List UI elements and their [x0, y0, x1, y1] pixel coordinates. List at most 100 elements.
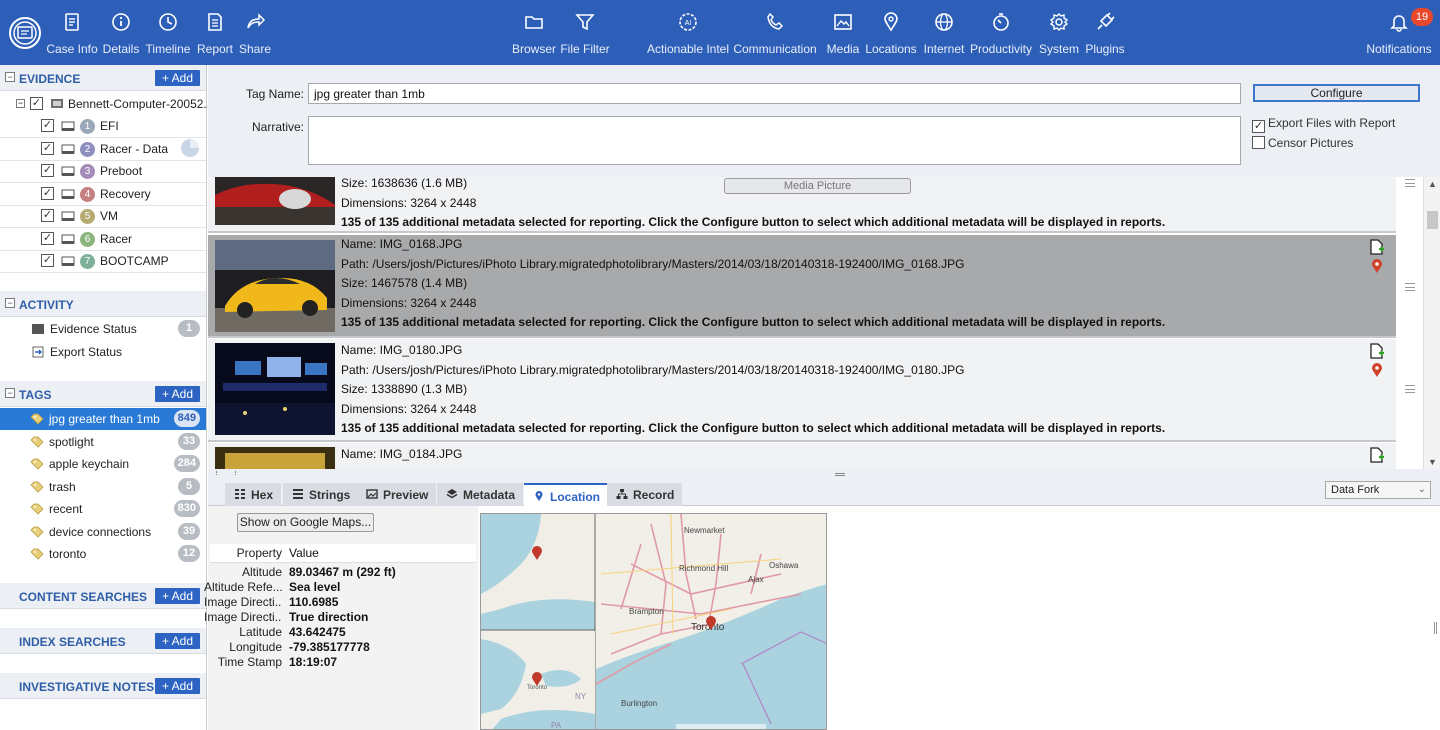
tag-item[interactable]: trash 5: [0, 476, 206, 498]
add-file-icon[interactable]: [1370, 343, 1384, 359]
activity-item-export-status[interactable]: Export Status: [0, 341, 206, 363]
evidence-root-item[interactable]: − ✓ Bennett-Computer-20052...: [0, 93, 213, 115]
add-evidence-button[interactable]: + Add: [155, 70, 200, 86]
toolbar-browser-button[interactable]: Browser: [512, 8, 556, 60]
results-scrollbar[interactable]: ▲ ▼: [1423, 177, 1440, 469]
tag-name-input[interactable]: jpg greater than 1mb: [308, 83, 1241, 104]
narrative-textarea[interactable]: [308, 116, 1241, 165]
map-label-richmond-hill: Richmond Hill: [679, 564, 729, 573]
toolbar-media-button[interactable]: Media: [826, 8, 860, 60]
property-row[interactable]: Altitude Refe... Sea level: [204, 578, 476, 594]
location-map[interactable]: NY PA Toronto Newmarket Richmond Hill Os…: [480, 513, 827, 730]
censor-pictures-option[interactable]: Censor Pictures: [1252, 134, 1353, 150]
row-drag-handle-icon[interactable]: [1405, 283, 1415, 291]
partition-item[interactable]: ✓ 1 EFI: [0, 115, 206, 137]
configure-button[interactable]: Configure: [1253, 84, 1420, 102]
toolbar-file-filter-button[interactable]: File Filter: [560, 8, 610, 60]
toolbar-locations-button[interactable]: Locations: [865, 8, 917, 60]
collapse-toggle-icon[interactable]: −: [5, 388, 15, 398]
property-value: 89.03467 m (292 ft): [289, 565, 396, 579]
partition-label: Racer: [100, 231, 133, 246]
location-pin-icon[interactable]: [1370, 362, 1384, 378]
property-key: Altitude Refe...: [204, 580, 282, 594]
toolbar-share-button[interactable]: Share: [238, 8, 272, 60]
toolbar-system-button[interactable]: System: [1039, 8, 1079, 60]
partition-checkbox[interactable]: ✓: [41, 231, 54, 245]
export-files-option[interactable]: ✓ Export Files with Report: [1252, 116, 1395, 133]
toolbar-report-button[interactable]: Report: [196, 8, 234, 60]
censor-pictures-checkbox[interactable]: [1252, 136, 1265, 149]
tag-item[interactable]: apple keychain 284: [0, 453, 206, 475]
evidence-checkbox[interactable]: ✓: [30, 97, 43, 110]
partition-checkbox[interactable]: ✓: [41, 186, 54, 200]
show-on-google-maps-button[interactable]: Show on Google Maps...: [237, 513, 374, 532]
pane-resize-grip-icon[interactable]: [1434, 622, 1437, 634]
partition-item[interactable]: ✓ 4 Recovery: [0, 183, 206, 205]
result-record[interactable]: Size: 1638636 (1.6 MB) Dimensions: 3264 …: [208, 177, 1396, 233]
scroll-down-arrow-icon[interactable]: ▼: [1428, 457, 1437, 467]
property-row[interactable]: Longitude -79.385177778: [210, 638, 476, 654]
tab-preview[interactable]: Preview: [357, 483, 437, 506]
location-properties-panel: Show on Google Maps... Property Value Al…: [204, 506, 478, 730]
export-files-checkbox[interactable]: ✓: [1252, 120, 1265, 133]
result-record[interactable]: Name: IMG_0184.JPG: [208, 443, 1396, 469]
collapse-toggle-icon[interactable]: −: [16, 99, 25, 108]
property-row[interactable]: Image Directi... 110.6985: [204, 593, 476, 609]
add-investigative-note-button[interactable]: + Add: [155, 678, 200, 694]
result-record-selected[interactable]: Name: IMG_0168.JPG Path: /Users/josh/Pic…: [208, 235, 1415, 338]
partition-item[interactable]: ✓ 6 Racer: [0, 228, 206, 250]
tab-hex[interactable]: Hex: [225, 483, 282, 506]
add-file-icon[interactable]: [1370, 239, 1384, 255]
tag-item[interactable]: toronto 12: [0, 543, 206, 565]
partition-item[interactable]: ✓ 5 VM: [0, 205, 206, 227]
toolbar-plugins-button[interactable]: Plugins: [1085, 8, 1125, 60]
partition-item[interactable]: ✓ 2 Racer - Data: [0, 138, 206, 160]
property-row[interactable]: Altitude 89.03467 m (292 ft): [210, 563, 476, 579]
activity-item-evidence-status[interactable]: Evidence Status 1: [0, 318, 206, 340]
tag-item[interactable]: spotlight 33: [0, 431, 206, 453]
partition-checkbox[interactable]: ✓: [41, 254, 54, 267]
app-logo-icon[interactable]: [8, 16, 42, 50]
add-index-search-button[interactable]: + Add: [155, 633, 200, 649]
partition-item[interactable]: ✓ 7 BOOTCAMP: [0, 250, 206, 272]
result-record[interactable]: Name: IMG_0180.JPG Path: /Users/josh/Pic…: [208, 339, 1415, 442]
property-row[interactable]: Latitude 43.642475: [210, 623, 476, 639]
property-rows: Altitude 89.03467 m (292 ft) Altitude Refe…: [204, 563, 476, 669]
scroll-up-arrow-icon[interactable]: ▲: [1428, 179, 1437, 189]
toolbar-timeline-button[interactable]: Timeline: [145, 8, 191, 60]
tab-record[interactable]: Record: [607, 483, 683, 506]
tag-item[interactable]: jpg greater than 1mb 849: [0, 408, 206, 430]
location-pin-icon[interactable]: [1370, 258, 1384, 274]
row-drag-handle-icon[interactable]: [1405, 179, 1415, 187]
toolbar-details-button[interactable]: Details: [103, 8, 139, 60]
add-content-search-button[interactable]: + Add: [155, 588, 200, 604]
tab-strings[interactable]: Strings: [283, 483, 359, 506]
partition-checkbox[interactable]: ✓: [41, 119, 54, 132]
collapse-toggle-icon[interactable]: −: [5, 72, 15, 82]
splitter-grip-icon[interactable]: [835, 473, 845, 476]
partition-item[interactable]: ✓ 3 Preboot: [0, 160, 206, 182]
tag-item[interactable]: recent 830: [0, 498, 206, 520]
partition-checkbox[interactable]: ✓: [41, 209, 54, 222]
data-fork-select[interactable]: Data Fork ⌄: [1325, 481, 1431, 499]
property-row[interactable]: Time Stamp 18:19:07: [210, 653, 476, 669]
tag-item[interactable]: device connections 39: [0, 521, 206, 543]
property-row[interactable]: Image Directi... True direction: [204, 608, 476, 624]
panel-splitter[interactable]: [208, 469, 1440, 481]
toolbar-productivity-button[interactable]: Productivity: [970, 8, 1032, 60]
tab-metadata[interactable]: Metadata: [437, 483, 524, 506]
add-tag-button[interactable]: + Add: [155, 386, 200, 402]
scrollbar-thumb[interactable]: [1427, 211, 1438, 229]
row-drag-handle-icon[interactable]: [1405, 385, 1415, 393]
partition-label: Recovery: [100, 186, 151, 201]
partition-checkbox[interactable]: ✓: [41, 141, 54, 155]
toolbar-case-info-button[interactable]: Case Info: [46, 8, 98, 60]
partition-checkbox[interactable]: ✓: [41, 164, 54, 177]
media-picture-button[interactable]: Media Picture: [724, 178, 911, 194]
toolbar-actionable-intel-button[interactable]: AI Actionable Intel: [647, 8, 729, 60]
toolbar-communication-button[interactable]: Communication: [733, 8, 817, 60]
toolbar-internet-button[interactable]: Internet: [923, 8, 965, 60]
collapse-toggle-icon[interactable]: −: [5, 298, 15, 308]
tab-location[interactable]: Location: [524, 483, 608, 506]
add-file-icon[interactable]: [1370, 447, 1384, 463]
